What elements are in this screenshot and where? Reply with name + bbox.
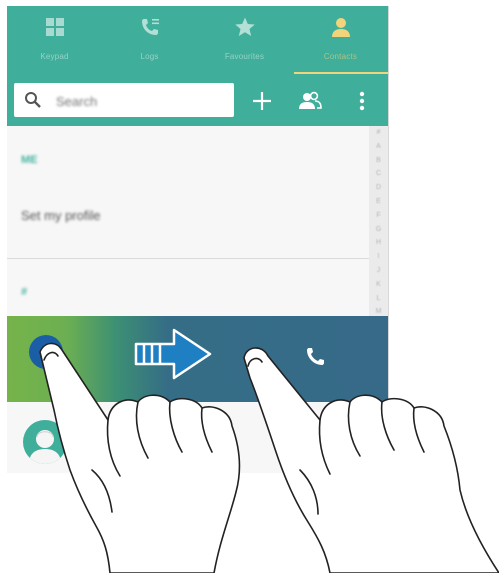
hand-gesture-illustration [39, 342, 499, 573]
right-hand-icon [243, 347, 499, 573]
left-hand-icon [39, 342, 241, 573]
